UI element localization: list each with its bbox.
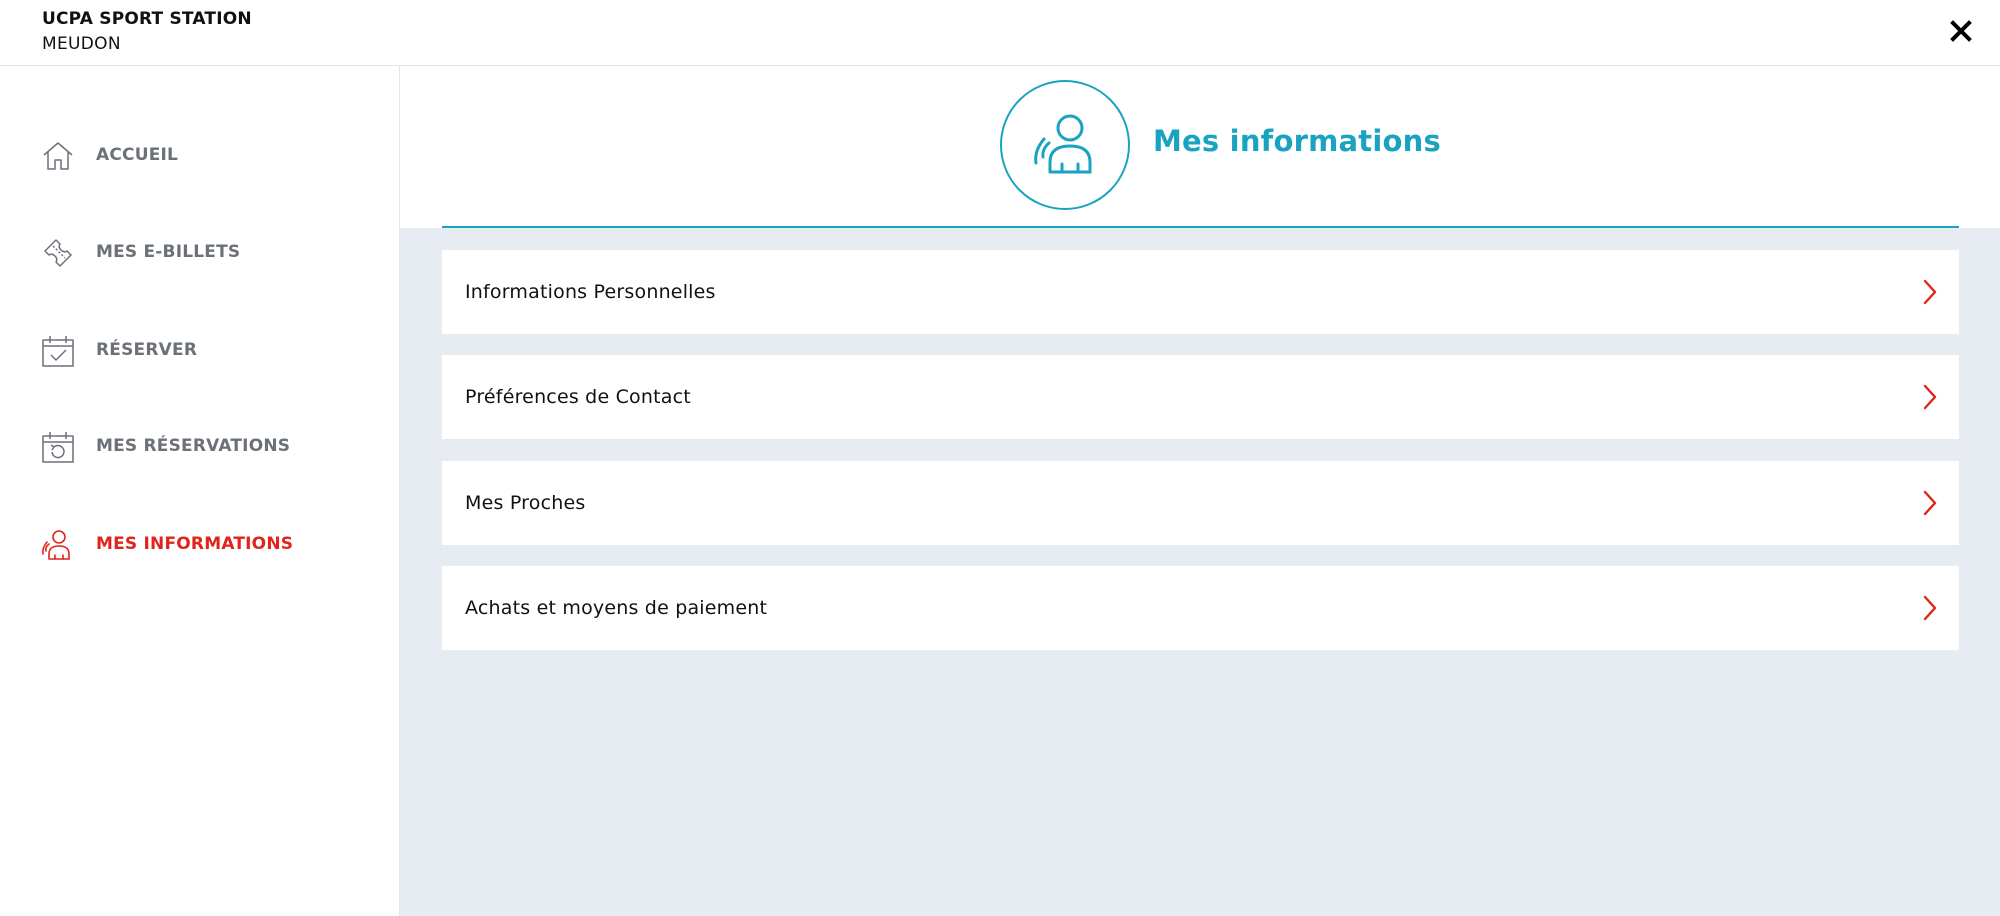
list-item-label: Informations Personnelles — [465, 281, 716, 303]
page-header: Mes informations — [400, 66, 2000, 228]
list-item-label: Achats et moyens de paiement — [465, 597, 768, 619]
close-button[interactable] — [1944, 14, 1978, 48]
brand-location: MEUDON — [42, 34, 121, 54]
sidebar-item-label: MES INFORMATIONS — [96, 534, 294, 554]
chevron-right-icon — [1923, 490, 1937, 516]
sidebar-item-accueil[interactable]: ACCUEIL — [0, 126, 399, 186]
home-icon — [43, 142, 73, 170]
list-item-achats-et-moyens-de-paiement[interactable]: Achats et moyens de paiement — [442, 566, 1959, 650]
list-item-preferences-de-contact[interactable]: Préférences de Contact — [442, 355, 1959, 439]
sidebar: ACCUEIL MES E-BILLETS RÉSERVER MES RÉSER… — [0, 66, 400, 916]
chevron-right-icon — [1923, 384, 1937, 410]
chevron-right-icon — [1923, 279, 1937, 305]
sidebar-item-mes-e-billets[interactable]: MES E-BILLETS — [0, 223, 399, 283]
list-item-label: Préférences de Contact — [465, 386, 691, 408]
sidebar-item-label: ACCUEIL — [96, 145, 179, 165]
main-panel: Mes informations Informations Personnell… — [400, 66, 2000, 916]
sidebar-item-reserver[interactable]: RÉSERVER — [0, 321, 399, 381]
sidebar-item-mes-reservations[interactable]: MES RÉSERVATIONS — [0, 417, 399, 477]
top-bar: UCPA SPORT STATION MEUDON — [0, 0, 2000, 66]
page-title: Mes informations — [1153, 124, 1441, 158]
list-item-mes-proches[interactable]: Mes Proches — [442, 461, 1959, 545]
calendar-history-icon — [42, 432, 74, 463]
close-icon — [1950, 20, 1972, 42]
chevron-right-icon — [1923, 595, 1937, 621]
sidebar-item-label: RÉSERVER — [96, 340, 198, 360]
sidebar-item-mes-informations[interactable]: MES INFORMATIONS — [0, 515, 399, 575]
header-avatar — [1000, 80, 1130, 210]
list-item-informations-personnelles[interactable]: Informations Personnelles — [442, 250, 1959, 334]
list-item-label: Mes Proches — [465, 492, 586, 514]
user-icon — [1034, 114, 1092, 174]
brand-name: UCPA SPORT STATION — [42, 9, 252, 29]
sidebar-item-label: MES RÉSERVATIONS — [96, 436, 291, 456]
header-divider — [442, 226, 1959, 228]
user-icon — [42, 530, 70, 560]
ticket-icon — [44, 239, 72, 267]
calendar-check-icon — [42, 336, 74, 367]
sidebar-item-label: MES E-BILLETS — [96, 242, 241, 262]
